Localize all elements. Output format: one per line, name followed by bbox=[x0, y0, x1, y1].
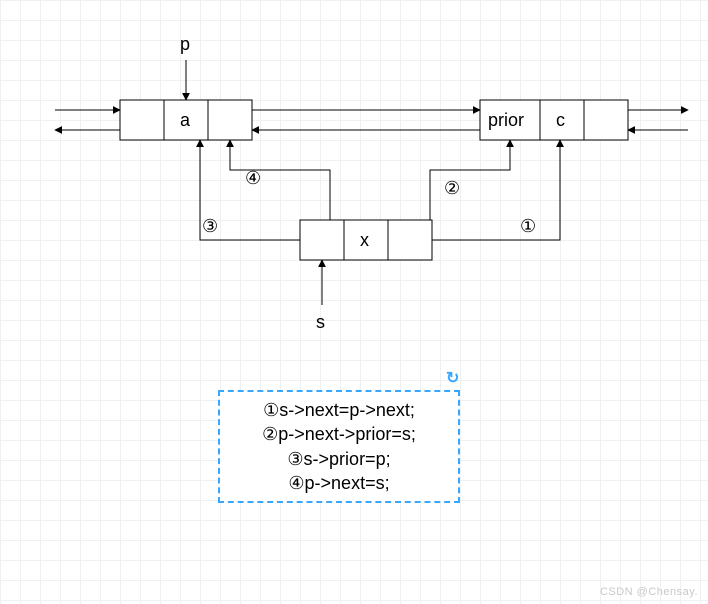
step-4-marker: ④ bbox=[245, 168, 261, 189]
pointer-p-label: p bbox=[180, 34, 190, 55]
node-c-label: c bbox=[556, 110, 565, 131]
watermark: CSDN @Chensay. bbox=[600, 586, 698, 598]
diagram-canvas bbox=[0, 0, 708, 604]
code-line-2: ②p->next->prior=s; bbox=[234, 422, 444, 446]
step-1-marker: ① bbox=[520, 216, 536, 237]
step-2-marker: ② bbox=[444, 178, 460, 199]
step-3-marker: ③ bbox=[202, 216, 218, 237]
pointer-s-label: s bbox=[316, 312, 325, 333]
refresh-icon[interactable]: ↻ bbox=[446, 368, 459, 388]
node-a-label: a bbox=[180, 110, 190, 131]
code-operations-box[interactable]: ①s->next=p->next; ②p->next->prior=s; ③s-… bbox=[218, 390, 460, 503]
code-line-4: ④p->next=s; bbox=[234, 471, 444, 495]
code-line-1: ①s->next=p->next; bbox=[234, 398, 444, 422]
node-c-prior-label: prior bbox=[488, 110, 524, 131]
code-line-3: ③s->prior=p; bbox=[234, 447, 444, 471]
node-x-label: x bbox=[360, 230, 369, 251]
